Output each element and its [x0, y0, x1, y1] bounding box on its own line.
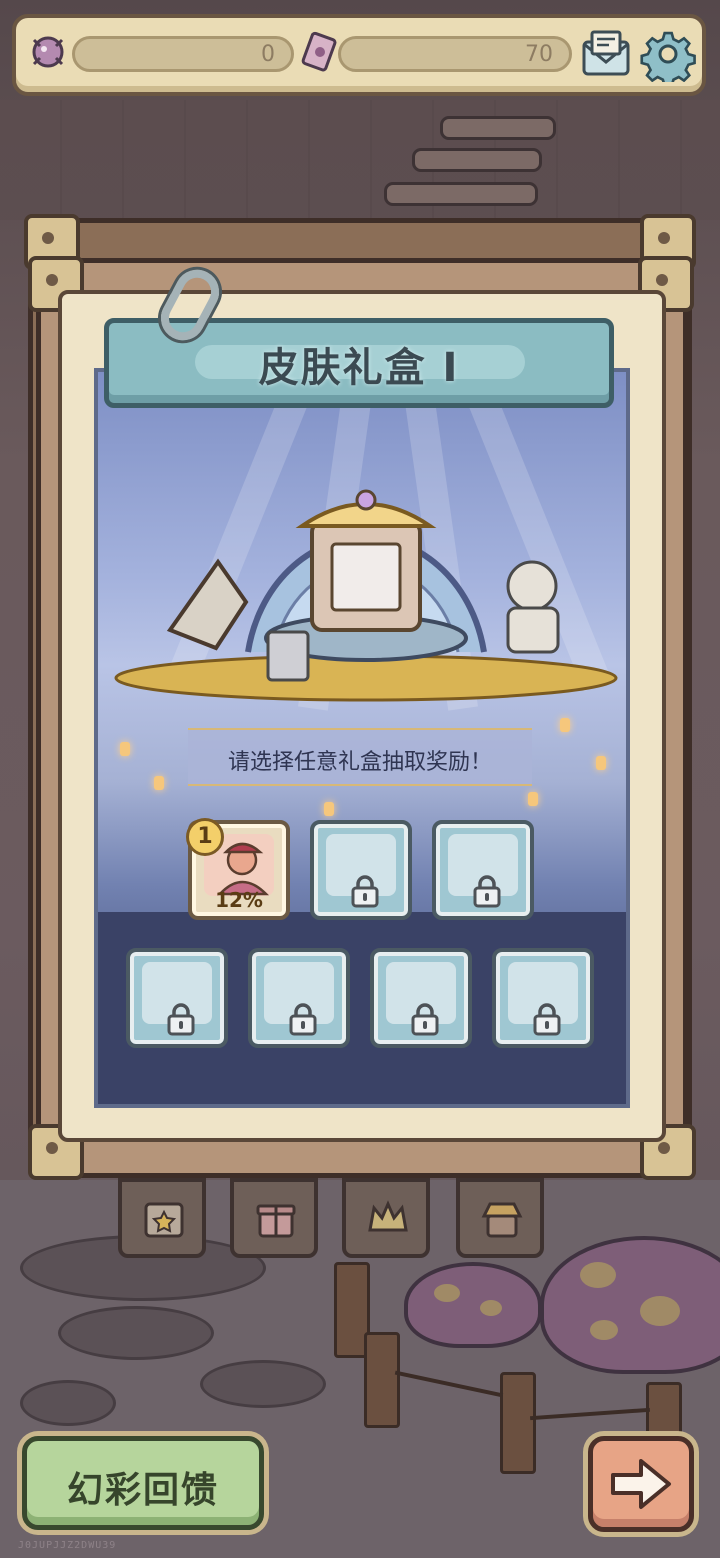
feedback-button[interactable]: 幻彩回馈 [22, 1436, 264, 1530]
lock-icon [351, 875, 379, 908]
background-step [384, 182, 538, 206]
crown-icon [368, 1200, 408, 1232]
lock-icon [289, 1003, 317, 1036]
background-rock [20, 1380, 116, 1426]
background-rock [200, 1360, 326, 1408]
tab-crown[interactable] [342, 1178, 430, 1258]
gift-box-4[interactable] [126, 948, 228, 1048]
background-mushroom [404, 1262, 542, 1348]
panel-title: 皮肤礼盒 I [258, 345, 460, 391]
gift-box-5[interactable] [248, 948, 350, 1048]
sky-lantern [324, 802, 334, 816]
lock-icon [473, 875, 501, 908]
lock-icon [411, 1003, 439, 1036]
skin-ticket-icon [301, 31, 337, 72]
gift-box-3[interactable] [432, 820, 534, 920]
candy-currency-icon [32, 36, 64, 68]
gift-box-2[interactable] [310, 820, 412, 920]
sky-lantern [560, 718, 570, 732]
mushroom-spot [580, 1262, 616, 1288]
currency-a-slot: 0 [72, 36, 294, 72]
lock-icon [533, 1003, 561, 1036]
mushroom-spot [640, 1296, 680, 1326]
top-resource-bar: 0 70 [12, 14, 706, 96]
feedback-button-label: 幻彩回馈 [66, 1470, 219, 1511]
gift-box-7[interactable] [492, 948, 594, 1048]
treasure-altar-illustration [114, 489, 618, 702]
shop-icon [481, 1202, 523, 1238]
watermark: J0JUPJJZ2DWU39 [18, 1540, 117, 1551]
tab-calendar[interactable] [118, 1178, 206, 1258]
gift-box-1-count-badge: 1 [186, 818, 224, 856]
currency-b-slot: 70 [338, 36, 572, 72]
gear-icon[interactable] [640, 26, 696, 82]
select-prompt: 请选择任意礼盒抽取奖励！ [227, 750, 492, 775]
sky-lantern [154, 776, 164, 790]
background-rock [58, 1306, 214, 1360]
arrow-right-icon [611, 1459, 671, 1509]
background-step [412, 148, 542, 172]
background-wall [0, 100, 720, 220]
sky-lantern [528, 792, 538, 806]
currency-b-value: 70 [525, 42, 553, 67]
gift-icon [256, 1204, 296, 1238]
sky-lantern [120, 742, 130, 756]
next-button[interactable] [588, 1436, 694, 1532]
tab-shop[interactable] [456, 1178, 544, 1258]
mail-icon[interactable] [578, 26, 634, 82]
fence-post [364, 1332, 400, 1428]
mushroom-spot [434, 1284, 460, 1302]
tab-gift[interactable] [230, 1178, 318, 1258]
fence-post [500, 1372, 536, 1474]
mushroom-spot [480, 1300, 502, 1316]
gift-box-1-chance: 12% [215, 888, 263, 912]
background-step [440, 116, 556, 140]
gift-box-6[interactable] [370, 948, 472, 1048]
lock-icon [167, 1003, 195, 1036]
calendar-star-icon [144, 1202, 184, 1238]
prompt-strip: 请选择任意礼盒抽取奖励！ [188, 728, 532, 786]
mushroom-spot [590, 1320, 618, 1340]
sky-lantern [596, 756, 606, 770]
currency-a-value: 0 [261, 42, 275, 67]
